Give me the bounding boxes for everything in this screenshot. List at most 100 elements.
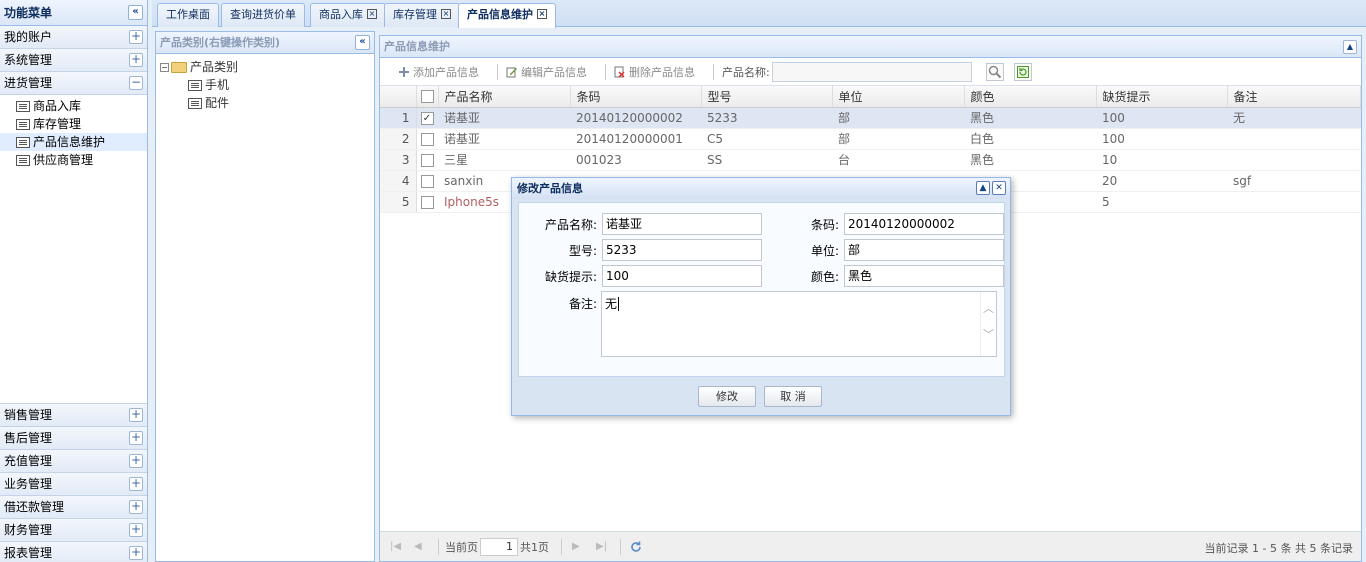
expand-plus-icon[interactable]: + [129, 53, 143, 67]
col-header[interactable]: 单位 [832, 86, 965, 108]
expand-plus-icon[interactable]: + [129, 546, 143, 560]
list-icon [188, 97, 202, 109]
col-header[interactable]: 备注 [1227, 86, 1361, 108]
tab-purchase-price[interactable]: 查询进货价单 [221, 3, 305, 27]
section-label: 充值管理 [4, 454, 53, 468]
collapse-up-icon[interactable]: ▲ [976, 181, 990, 195]
row-checkbox[interactable]: ✓ [420, 111, 434, 125]
page-number-input[interactable]: 1 [480, 537, 518, 556]
dialog-form: 产品名称: 诺基亚 条码: 20140120000002 型号: 5233 单位… [518, 202, 1005, 377]
cell-stock: 20 [1096, 170, 1227, 192]
collapse-left-icon[interactable]: « [128, 5, 143, 20]
tree-collapse-icon[interactable]: − [160, 62, 169, 72]
expand-plus-icon[interactable]: + [129, 523, 143, 537]
row-checkbox[interactable] [420, 174, 434, 188]
field-row-stock: 缺货提示: 100 [519, 265, 762, 287]
edit-icon [506, 67, 517, 77]
expand-plus-icon[interactable]: + [129, 454, 143, 468]
close-icon[interactable]: × [367, 9, 377, 19]
menu-title: 功能菜单 [4, 6, 53, 20]
tab-inventory[interactable]: 库存管理 × [384, 3, 460, 27]
expand-plus-icon[interactable]: + [129, 30, 143, 44]
tab-label: 库存管理 [393, 8, 437, 21]
section-business[interactable]: 业务管理 + [0, 473, 147, 496]
cancel-button[interactable]: 取 消 [764, 386, 822, 407]
expand-plus-icon[interactable]: + [129, 477, 143, 491]
row-checkbox[interactable] [420, 153, 434, 167]
next-page-icon[interactable]: ▶ [572, 541, 584, 553]
text-cursor [618, 297, 620, 311]
textarea-scrollbar[interactable]: ︿ ﹀ [980, 292, 996, 356]
add-product-button[interactable]: 添加产品信息 [398, 64, 479, 80]
row-checkbox[interactable] [420, 132, 434, 146]
row-number: 5 [380, 191, 417, 213]
section-system[interactable]: 系统管理 + [0, 49, 147, 72]
select-all-checkbox[interactable] [420, 90, 434, 104]
close-icon[interactable]: × [537, 9, 547, 19]
expand-plus-icon[interactable]: + [129, 500, 143, 514]
section-after-sales[interactable]: 售后管理 + [0, 427, 147, 450]
list-icon [16, 118, 30, 130]
color-field[interactable]: 黑色 [844, 265, 1004, 287]
last-page-icon[interactable]: ▶| [596, 541, 608, 553]
refresh-icon[interactable] [629, 540, 643, 554]
tree-node-phones[interactable]: 手机 [160, 76, 374, 94]
expand-plus-icon[interactable]: + [129, 408, 143, 422]
grid-header-row: 产品名称 条码 型号 单位 颜色 缺货提示 备注 [380, 86, 1361, 108]
section-reports[interactable]: 报表管理 + [0, 542, 147, 562]
menu-item-inventory[interactable]: 库存管理 [0, 115, 147, 133]
edit-product-button[interactable]: 编辑产品信息 [506, 64, 587, 80]
col-header[interactable]: 条码 [570, 86, 702, 108]
cell-unit: 部 [832, 128, 964, 150]
cell-stock: 100 [1096, 107, 1227, 129]
name-field[interactable]: 诺基亚 [602, 213, 762, 235]
section-my-account[interactable]: 我的账户 + [0, 26, 147, 49]
save-button[interactable]: 修改 [698, 386, 756, 407]
expand-plus-icon[interactable]: + [129, 431, 143, 445]
col-header[interactable]: 颜色 [964, 86, 1097, 108]
table-row[interactable]: 1 ✓ 诺基亚 20140120000002 5233 部 黑色 100 无 [380, 107, 1361, 129]
tab-desktop[interactable]: 工作桌面 [157, 3, 219, 27]
section-loans[interactable]: 借还款管理 + [0, 496, 147, 519]
unit-field[interactable]: 部 [844, 239, 1004, 261]
close-icon[interactable]: ✕ [992, 181, 1006, 195]
table-row[interactable]: 3 三星 001023 SS 台 黑色 10 [380, 149, 1361, 171]
collapse-up-icon[interactable]: ▲ [1343, 40, 1357, 54]
col-header[interactable]: 产品名称 [438, 86, 571, 108]
row-checkbox[interactable] [420, 195, 434, 209]
section-purchase[interactable]: 进货管理 − [0, 72, 147, 95]
col-header[interactable]: 缺货提示 [1096, 86, 1228, 108]
scroll-down-icon[interactable]: ﹀ [981, 326, 996, 342]
model-field[interactable]: 5233 [602, 239, 762, 261]
section-sales[interactable]: 销售管理 + [0, 404, 147, 427]
refresh-button[interactable] [1013, 62, 1032, 81]
col-header[interactable]: 型号 [701, 86, 833, 108]
menu-item-goods-in[interactable]: 商品入库 [0, 97, 147, 115]
search-button[interactable] [985, 62, 1004, 81]
code-field[interactable]: 20140120000002 [844, 213, 1004, 235]
collapse-minus-icon[interactable]: − [129, 76, 143, 90]
delete-product-button[interactable]: 删除产品信息 [614, 64, 695, 80]
table-row[interactable]: 2 诺基亚 20140120000001 C5 部 白色 100 [380, 128, 1361, 150]
tab-goods-in[interactable]: 商品入库 × [310, 3, 386, 27]
menu-item-product-info[interactable]: 产品信息维护 [0, 133, 147, 151]
note-textarea[interactable]: 无 ︿ ﹀ [601, 291, 997, 357]
toolbar-label: 添加产品信息 [413, 65, 479, 79]
rownum-header [380, 86, 417, 108]
cell-stock: 5 [1096, 191, 1227, 213]
close-icon[interactable]: × [441, 9, 451, 19]
tree-node-accessories[interactable]: 配件 [160, 94, 374, 112]
stock-alert-field[interactable]: 100 [602, 265, 762, 287]
tab-product-info[interactable]: 产品信息维护 × [458, 3, 556, 28]
first-page-icon[interactable]: |◀ [390, 541, 402, 553]
cell-note: 无 [1227, 107, 1361, 129]
search-input[interactable] [771, 61, 972, 82]
prev-page-icon[interactable]: ◀ [414, 541, 426, 553]
cell-note [1227, 128, 1361, 150]
section-finance[interactable]: 财务管理 + [0, 519, 147, 542]
scroll-up-icon[interactable]: ︿ [981, 300, 996, 316]
tree-node-root[interactable]: − 产品类别 [160, 58, 374, 76]
section-recharge[interactable]: 充值管理 + [0, 450, 147, 473]
menu-item-suppliers[interactable]: 供应商管理 [0, 151, 147, 169]
collapse-left-icon[interactable]: « [355, 35, 370, 50]
